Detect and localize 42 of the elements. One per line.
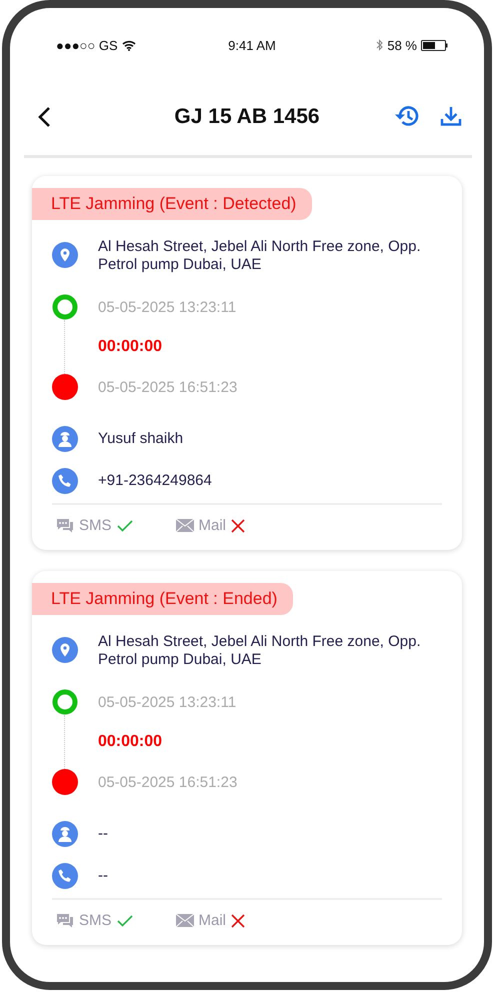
carrier-label: ●●●○○ GS [56, 38, 118, 52]
download-icon[interactable] [440, 105, 462, 127]
phone-icon [52, 863, 78, 889]
chat-icon [56, 518, 74, 533]
end-dot-icon [52, 769, 78, 795]
back-icon[interactable] [37, 106, 51, 128]
location-pin-icon [52, 242, 78, 268]
address-text: Al Hesah Street, Jebel Ali North Free zone, Opp. Petrol pump Dubai, UAE [98, 238, 422, 274]
wifi-icon [122, 40, 136, 50]
chat-icon [56, 913, 74, 928]
phone-number: +91-2364249864 [98, 472, 212, 490]
driver-name: Yusuf shaikh [98, 430, 184, 448]
battery-icon [420, 40, 448, 50]
driver-icon [52, 426, 78, 452]
duration-text: 00:00:00 [98, 733, 162, 751]
driver-icon [52, 821, 78, 847]
notification-label: SMS [79, 912, 112, 929]
page-title: GJ 15 AB 1456 [174, 105, 320, 129]
location-pin-icon [52, 637, 78, 663]
phone-number: -- [98, 867, 108, 885]
history-icon[interactable] [394, 104, 420, 128]
envelope-icon [176, 914, 194, 927]
end-time: 05-05-2025 16:51:23 [98, 378, 238, 396]
start-circle-icon [52, 294, 78, 320]
duration-text: 00:00:00 [98, 338, 162, 356]
start-circle-icon [52, 689, 78, 715]
end-time: 05-05-2025 16:51:23 [98, 774, 238, 790]
phone-icon [52, 468, 78, 494]
event-title: LTE Jamming (Event : Ended) [32, 583, 294, 615]
notification-label: Mail [198, 912, 226, 929]
address-text: Al Hesah Street, Jebel Ali North Free zone, Opp. Petrol pump Dubai, UAE [98, 633, 422, 669]
battery-percent: 58 % [387, 38, 417, 52]
start-time: 05-05-2025 13:23:11 [98, 694, 236, 710]
driver-name: -- [98, 825, 108, 843]
event-title: LTE Jamming (Event : Detected) [32, 188, 312, 220]
notification-label: SMS [79, 517, 112, 534]
start-time: 05-05-2025 13:23:11 [98, 298, 236, 316]
notification-label: Mail [198, 517, 226, 534]
clock: 9:41 AM [228, 38, 276, 52]
envelope-icon [176, 519, 194, 532]
bluetooth-icon [376, 39, 384, 51]
end-dot-icon [52, 374, 78, 400]
